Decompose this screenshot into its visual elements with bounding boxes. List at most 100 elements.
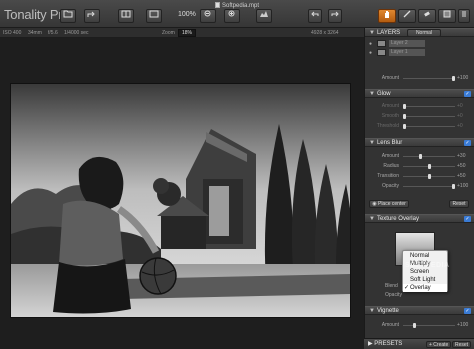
glow-threshold-slider[interactable]: Threshold +0 xyxy=(365,122,474,130)
eye-icon[interactable]: ● xyxy=(369,41,372,47)
lens-blur-opacity-slider[interactable]: Opacity +100 xyxy=(365,182,474,190)
blend-option-screen[interactable]: Screen xyxy=(403,268,447,276)
collapse-triangle-icon: ▼ xyxy=(369,216,375,222)
aperture-value: f/5.6 xyxy=(48,30,58,36)
shutter-speed: 1/4000 sec xyxy=(64,30,89,36)
place-center-button[interactable]: ◉ Place center xyxy=(369,200,409,208)
glow-enable-checkbox[interactable]: ✓ xyxy=(464,91,471,97)
zoom-in-icon xyxy=(228,10,235,17)
split-view-icon xyxy=(121,10,131,18)
presets-bar[interactable]: ▶ PRESETS + Create Reset xyxy=(364,338,474,349)
gradient-tool-button[interactable] xyxy=(438,9,456,23)
zoom-out-button[interactable] xyxy=(200,9,216,23)
zoom-out-icon xyxy=(204,10,211,17)
gradient-icon xyxy=(443,10,451,18)
glow-amount-slider[interactable]: Amount +0 xyxy=(365,102,474,110)
open-button[interactable] xyxy=(60,9,76,23)
target-icon: ◉ xyxy=(372,201,377,207)
blend-option-soft-light[interactable]: Soft Light xyxy=(403,276,447,284)
vignette-header[interactable]: ▼ Vignette ✓ xyxy=(365,306,474,315)
window-title: Softpedia.mpt xyxy=(0,2,474,9)
undo-icon xyxy=(311,11,319,17)
opacity-label: Opacity xyxy=(385,292,402,298)
layer-blend-mode-select[interactable]: Normal xyxy=(407,29,441,37)
lens-blur-transition-slider[interactable]: Transition +50 xyxy=(365,172,474,180)
create-preset-button[interactable]: + Create xyxy=(426,341,452,348)
histogram-button[interactable] xyxy=(256,9,272,23)
zoom-level[interactable]: 100% xyxy=(178,11,196,18)
glow-smooth-slider[interactable]: Smooth +0 xyxy=(365,112,474,120)
texture-overlay-enable-checkbox[interactable]: ✓ xyxy=(464,216,471,222)
compare-button[interactable] xyxy=(118,9,134,23)
glow-header[interactable]: ▼ Glow ✓ xyxy=(365,89,474,98)
folder-icon xyxy=(63,10,73,18)
eye-icon[interactable]: ● xyxy=(369,50,372,56)
layer-name[interactable]: Layer 1 xyxy=(389,49,425,56)
more-tools-button[interactable] xyxy=(458,9,470,23)
collapse-triangle-icon: ▼ xyxy=(369,308,375,314)
eraser-icon xyxy=(424,11,430,17)
lens-blur-enable-checkbox[interactable]: ✓ xyxy=(464,140,471,146)
presets-reset-button[interactable]: Reset xyxy=(452,341,472,348)
lens-blur-header[interactable]: ▼ Lens Blur ✓ xyxy=(365,138,474,147)
redo-button[interactable] xyxy=(328,9,342,23)
amount-slider[interactable]: Amount +100 xyxy=(365,74,474,82)
blend-label: Blend xyxy=(385,283,398,289)
softpedia-watermark: SOFTPEDIA xyxy=(405,262,450,269)
slider-knob[interactable] xyxy=(413,323,416,328)
slider-knob[interactable] xyxy=(419,154,422,159)
vignette-amount-slider[interactable]: Amount +100 xyxy=(365,321,474,329)
menu-icon xyxy=(462,11,466,17)
layers-header[interactable]: ▼ LAYERS Normal xyxy=(365,28,474,37)
redo-icon xyxy=(331,11,339,17)
collapse-triangle-icon: ▼ xyxy=(369,140,375,146)
blend-mode-dropdown[interactable]: Normal Multiply Screen Soft Light ✓ Overl… xyxy=(402,250,448,292)
fit-screen-icon xyxy=(149,10,159,18)
slider-knob[interactable] xyxy=(452,184,455,189)
document-icon xyxy=(214,2,220,8)
iso-value: ISO 400 xyxy=(3,30,22,36)
share-button[interactable] xyxy=(84,9,100,23)
layer-row[interactable]: ● Layer 2 xyxy=(369,40,471,47)
eraser-tool-button[interactable] xyxy=(418,9,436,23)
collapse-triangle-icon: ▼ xyxy=(369,91,375,97)
checkmark-icon: ✓ xyxy=(404,285,410,291)
layer-name[interactable]: Layer 2 xyxy=(389,40,425,47)
focal-length: 34mm xyxy=(28,30,42,36)
undo-button[interactable] xyxy=(308,9,322,23)
blend-option-normal[interactable]: Normal xyxy=(403,252,447,260)
texture-overlay-header[interactable]: ▼ Texture Overlay ✓ xyxy=(365,214,474,223)
photo-image xyxy=(11,84,350,317)
photo-preview xyxy=(10,83,351,318)
collapse-triangle-icon: ▼ xyxy=(369,30,375,36)
info-bar: ISO 400 34mm f/5.6 1/4000 sec Zoom 18% 4… xyxy=(0,28,364,38)
slider-knob[interactable] xyxy=(428,174,431,179)
layer-row[interactable]: ● Layer 1 xyxy=(369,49,471,56)
lens-blur-amount-slider[interactable]: Amount +30 xyxy=(365,152,474,160)
slider-knob[interactable] xyxy=(452,76,455,81)
histogram-icon xyxy=(260,11,268,17)
lens-blur-radius-slider[interactable]: Radius +50 xyxy=(365,162,474,170)
slider-knob[interactable] xyxy=(403,114,406,119)
fit-button[interactable] xyxy=(146,9,162,23)
share-icon xyxy=(87,11,95,17)
image-dimensions: 4928 x 3264 xyxy=(311,30,339,36)
vignette-enable-checkbox[interactable]: ✓ xyxy=(464,308,471,314)
brush-tool-button[interactable] xyxy=(398,9,416,23)
hand-icon xyxy=(385,11,389,18)
layer-thumbnail xyxy=(377,40,386,47)
blend-option-overlay[interactable]: ✓ Overlay xyxy=(403,284,447,292)
zoom-input[interactable]: 18% xyxy=(178,29,196,37)
brush-icon xyxy=(403,10,411,18)
toolbar: Softpedia.mpt Tonality Pro 100% xyxy=(0,0,474,28)
hand-tool-button[interactable] xyxy=(378,9,396,23)
slider-knob[interactable] xyxy=(403,104,406,109)
slider-knob[interactable] xyxy=(403,124,406,129)
layer-thumbnail xyxy=(377,49,386,56)
slider-knob[interactable] xyxy=(428,164,431,169)
zoom-label: Zoom xyxy=(162,30,175,36)
zoom-in-button[interactable] xyxy=(224,9,240,23)
image-canvas[interactable] xyxy=(0,38,364,349)
adjustments-panel: ▼ LAYERS Normal ● Layer 2 ● Layer 1 Amoun… xyxy=(364,28,474,349)
lens-blur-reset-button[interactable]: Reset xyxy=(449,200,469,208)
